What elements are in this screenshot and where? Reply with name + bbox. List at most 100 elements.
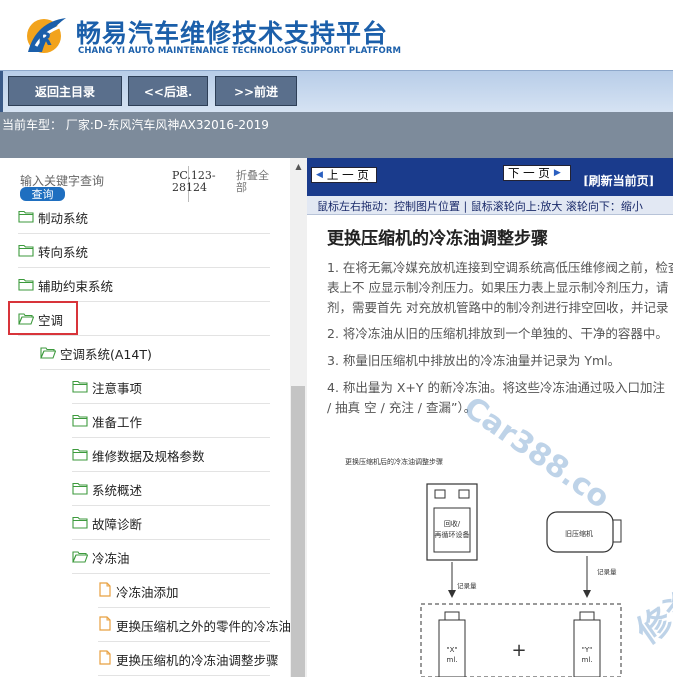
procedure-figure: 更换压缩机后的冷冻油调整步骤 回收/ 再循环设备 旧压缩机 记录量 记录量 "X… [345,457,622,677]
plus-sign: + [511,640,526,661]
cyl-x-label: "X" [446,646,457,654]
doc-line-4: 2. 将冷冻油从旧的压缩机排放到一个单独的、干净的容器中。 [327,326,668,341]
doc-line-7: / 抽真 空 / 充注 / 查漏”）。 [327,400,477,415]
machine-gauge-1 [434,489,446,499]
tree-item[interactable]: 冷冻油添加 [98,574,270,608]
document-icon [98,615,112,635]
machine-label-2: 再循环设备 [435,530,470,539]
tree-item[interactable]: 空调系统(A14T) [40,336,270,370]
forward-button[interactable]: >>前进 [215,76,297,106]
folder-icon [18,242,34,261]
viewer-toolbar: ◀ 上 一 页 下 一 页 ▶ [刷新当前页] [307,158,673,196]
tree-item[interactable]: 转向系统 [18,234,270,268]
doc-line-2: 表上不 应显示制冷剂压力。如果压力表上显示制冷剂压力，请 [327,280,669,295]
nav-edge [0,71,3,113]
tree-scrollbar[interactable]: ▲ [290,158,307,677]
viewer-hint: 鼠标左右拖动：控制图片位置 | 鼠标滚轮向上:放大 滚轮向下：缩小 [317,200,643,213]
document-title: 更换压缩机的冷冻油调整步骤 [327,229,548,249]
machine-panel [433,507,471,553]
arrow-left-icon: ◀ [316,170,323,180]
logo-icon: R [27,18,66,53]
tree-item[interactable]: 注意事项 [72,370,270,404]
scroll-thumb[interactable] [291,386,305,677]
app-title: 畅易汽车维修技术支持平台 [76,19,389,48]
tree-item-label: 故障诊断 [92,516,143,532]
tree-item-label: 注意事项 [92,380,143,396]
search-area: 输入关键字查询 查询 PC.123-28124 折叠全部 [18,163,272,205]
tree-item[interactable]: 更换压缩机的冷冻油调整步骤 [98,642,279,676]
current-vehicle-text: 当前车型： 厂家:D-东风汽车风神AX32016-2019 [2,118,269,132]
arrow-right-icon: ▶ [553,168,561,178]
tree-item-label: 冷冻油添加 [116,584,179,600]
tree-item-label: 冷冻油 [92,550,130,566]
collapse-all-button[interactable]: 折叠全部 [236,170,272,194]
pc-code: PC.123-28124 [172,169,216,194]
cyl-y-neck [579,611,595,621]
cyl-y-unit: ml. [582,656,593,664]
tree-panel: 输入关键字查询 查询 PC.123-28124 折叠全部 制动系统转向系统辅助约… [0,158,290,677]
selection-highlight [8,301,78,335]
prev-page-label: 上 一 页 [326,168,369,182]
folder-open-icon [40,344,57,363]
doc-line-1: 1. 在将无氟冷媒充放机连接到空调系统高低压维修阀之前，检查 [327,260,673,275]
cyl-x-neck [444,611,460,621]
doc-line-5: 3. 称量旧压缩机中排放出的冷冻油量并记录为 Yml。 [327,353,621,368]
home-button[interactable]: 返回主目录 [8,76,122,106]
record-label-1: 记录量 [457,582,477,590]
tree-item-label: 更换压缩机的冷冻油调整步骤 [116,652,279,668]
tree-item-label: 更换压缩机之外的零件的冷冻油 [116,618,290,634]
svg-text:R: R [38,29,52,50]
tree-item-label: 辅助约束系统 [38,278,114,294]
arrow-head-2 [583,590,591,598]
tree-item[interactable]: 辅助约束系统 [18,268,270,302]
back-button[interactable]: <<后退. [128,76,208,106]
machine-gauge-2 [458,489,470,499]
folder-open-icon [72,548,89,567]
folder-icon [18,276,34,295]
compressor-cap [612,519,622,543]
scroll-up-arrow-icon[interactable]: ▲ [290,158,307,175]
app-header: R 畅易汽车维修技术支持平台 CHANG YI AUTO MAINTENANCE… [0,0,673,70]
document-icon [98,649,112,669]
folder-icon [72,514,88,533]
tree-item[interactable]: 冷冻油 [72,540,270,574]
tree-item[interactable]: 故障诊断 [72,506,270,540]
vehicle-info-bar: 当前车型： 厂家:D-东风汽车风神AX32016-2019 [0,112,673,158]
search-button[interactable]: 查询 [20,187,65,201]
folder-icon [72,480,88,499]
next-page-button[interactable]: 下 一 页 ▶ [503,165,571,181]
doc-line-3: 剂，需要首先 对充放机管路中的制冷剂进行排空回收，并记录 [327,300,669,315]
tree-item-label: 空调系统(A14T) [60,346,152,362]
compressor-label: 旧压缩机 [565,529,593,538]
cyl-x-unit: ml. [447,656,458,664]
tree-item-label: 维修数据及规格参数 [92,448,205,464]
prev-page-button[interactable]: ◀ 上 一 页 [311,167,377,183]
doc-line-6: 4. 称出量为 X+Y 的新冷冻油。将这些冷冻油通过吸入口加注 [327,380,666,395]
tree-item[interactable]: 更换压缩机之外的零件的冷冻油 [98,608,290,642]
tree-item-label: 系统概述 [92,482,143,498]
folder-icon [18,208,34,227]
folder-icon [72,378,88,397]
next-page-label: 下 一 页 [508,166,550,180]
tree-item[interactable]: 制动系统 [18,200,270,234]
tree-item[interactable]: 准备工作 [72,404,270,438]
tree-item[interactable]: 维修数据及规格参数 [72,438,270,472]
figure-caption: 更换压缩机后的冷冻油调整步骤 [345,457,443,466]
refresh-page-link[interactable]: [刷新当前页] [583,172,654,189]
cyl-y-label: "Y" [582,646,593,654]
tree-item-label: 制动系统 [38,210,89,226]
folder-icon [72,412,88,431]
tree-item[interactable]: 系统概述 [72,472,270,506]
record-label-2: 记录量 [597,568,617,576]
app-subtitle: CHANG YI AUTO MAINTENANCE TECHNOLOGY SUP… [78,46,402,56]
viewer-hint-bar: 鼠标左右拖动：控制图片位置 | 鼠标滚轮向上:放大 滚轮向下：缩小 [307,196,673,215]
tree-item-label: 转向系统 [38,244,89,260]
document-icon [98,581,112,601]
folder-icon [72,446,88,465]
document-viewer: ◀ 上 一 页 下 一 页 ▶ [刷新当前页] 鼠标左右拖动：控制图片位置 | … [307,158,673,677]
tree-separator [98,675,270,676]
machine-label-1: 回收/ [444,519,461,528]
arrow-head-1 [448,590,456,598]
nav-bar: 返回主目录 <<后退. >>前进 [0,70,673,113]
tree-item-label: 准备工作 [92,414,143,430]
